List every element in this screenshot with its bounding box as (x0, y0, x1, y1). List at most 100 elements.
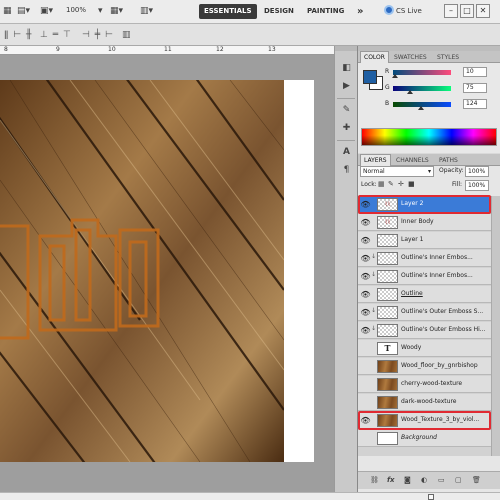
layer-row[interactable]: 👁 ↓ Outline's Outer Emboss Hi... (358, 322, 491, 339)
paragraph-icon[interactable]: ¶ (340, 164, 353, 177)
layer-row[interactable]: dark-wood-texture (358, 394, 491, 411)
arrange-icon[interactable]: ▥▾ (140, 5, 153, 18)
color-spectrum-ramp[interactable] (361, 128, 497, 146)
mask-icon[interactable]: ◙ (404, 476, 411, 484)
color-label: R (385, 68, 390, 75)
visibility-eye-icon[interactable] (360, 361, 371, 372)
layer-name: cherry-wood-texture (401, 380, 463, 387)
layer-row[interactable]: Background (358, 430, 491, 447)
visibility-eye-icon[interactable]: 👁 (360, 271, 371, 282)
zoom-slider-handle[interactable] (428, 494, 434, 500)
dock-collapse-strip[interactable] (335, 46, 358, 51)
group-icon[interactable]: ▭ (438, 476, 445, 484)
layer-name: Woody (401, 344, 422, 351)
red-value-field[interactable]: 10 (463, 67, 487, 77)
opacity-field[interactable]: 100% (465, 166, 489, 177)
blue-value-field[interactable]: 124 (463, 99, 487, 109)
arrange-documents-icon[interactable]: ▤▾ (17, 5, 30, 18)
zoom-level[interactable]: 100% (66, 6, 86, 14)
layer-row[interactable]: 👁 Layer 1 (358, 232, 491, 249)
new-layer-icon[interactable]: ▢ (455, 476, 462, 484)
layer-row[interactable]: T Woody (358, 340, 491, 357)
workspace-essentials[interactable]: ESSENTIALS (199, 4, 257, 19)
green-slider-track[interactable] (393, 86, 451, 91)
color-row-b: B 124 (385, 99, 499, 111)
layer-thumbnail (377, 270, 398, 283)
blue-slider-knob[interactable] (418, 106, 425, 110)
workspace-painting[interactable]: PAINTING (302, 4, 349, 19)
visibility-eye-icon[interactable]: 👁 (360, 307, 371, 318)
zoom-dropdown-icon[interactable]: ▾ (98, 5, 103, 18)
tab-layers[interactable]: LAYERS (360, 154, 391, 166)
highlight-annotation (358, 411, 491, 430)
layer-name: Outline's Outer Emboss Hi... (401, 326, 486, 333)
lock-all-icon[interactable]: ■ (408, 180, 415, 188)
layer-row[interactable]: cherry-wood-texture (358, 376, 491, 393)
tab-color[interactable]: COLOR (360, 51, 389, 63)
adjustment-icon[interactable]: ◐ (421, 476, 427, 484)
history-icon[interactable]: ◧ (340, 62, 353, 75)
ps-launch-icon[interactable]: ▦ (3, 5, 12, 18)
maximize-button[interactable]: □ (460, 4, 474, 18)
align-icons[interactable]: ǁ ⊢ ╫ (4, 30, 32, 40)
auto-align-icon[interactable]: ▥ (122, 30, 132, 40)
screen-mode-icon[interactable]: ▣▾ (40, 5, 53, 18)
layer-list[interactable]: 👁 ⌇⌇ Layer 2 👁 ⌇⌇ Inner Body 👁 Layer 1 👁 ↓ Outline… (358, 195, 500, 456)
ruler-tick: 10 (108, 46, 116, 53)
lock-transparency-icon[interactable]: ▦ (378, 180, 385, 188)
more-workspaces-icon[interactable]: » (352, 4, 368, 19)
visibility-eye-icon[interactable] (360, 397, 371, 408)
layer-row[interactable]: 👁 ↓ Outline's Inner Embos... (358, 268, 491, 285)
fx-icon[interactable]: fx (387, 476, 395, 484)
fill-field[interactable]: 100% (465, 180, 489, 191)
foreground-color-swatch[interactable] (363, 70, 377, 84)
layer-row[interactable]: Wood_floor_by_gnrbishop (358, 358, 491, 375)
view-extras-icon[interactable]: ▦▾ (110, 5, 123, 18)
layer-row[interactable]: 👁 Outline (358, 286, 491, 303)
visibility-eye-icon[interactable]: 👁 (360, 289, 371, 300)
ruler-tick: 11 (164, 46, 172, 53)
workspace-design[interactable]: DESIGN (259, 4, 299, 19)
close-button[interactable]: ✕ (476, 4, 490, 18)
green-slider-knob[interactable] (406, 90, 413, 94)
clone-source-icon[interactable]: ✚ (340, 122, 353, 135)
character-icon[interactable]: A (340, 146, 353, 159)
brushes-icon[interactable]: ✎ (340, 104, 353, 117)
dock-separator (337, 140, 355, 141)
visibility-eye-icon[interactable]: 👁 (360, 235, 371, 246)
trash-icon[interactable]: 🗑 (472, 476, 481, 484)
distribute-icons[interactable]: ⊥ ═ ⊤ (40, 30, 72, 40)
visibility-eye-icon[interactable]: 👁 (360, 217, 371, 228)
tab-styles[interactable]: STYLES (434, 52, 462, 63)
lock-position-icon[interactable]: ✛ (398, 180, 404, 188)
layer-row[interactable]: 👁 ↓ Outline's Inner Embos... (358, 250, 491, 267)
minimize-button[interactable]: – (444, 4, 458, 18)
link-icon[interactable]: ⛓ (370, 476, 379, 484)
visibility-eye-icon[interactable] (360, 379, 371, 390)
visibility-eye-icon[interactable]: 👁 (360, 325, 371, 336)
layer-thumbnail: ⌇⌇ (377, 216, 398, 229)
align-edge-icons[interactable]: ⊣ ╪ ⊢ (82, 30, 114, 40)
layer-thumbnail (377, 378, 398, 391)
cs-live-button[interactable]: CS Live (384, 4, 422, 19)
actions-icon[interactable]: ▶ (340, 80, 353, 93)
visibility-eye-icon[interactable] (360, 343, 371, 354)
panel-column: COLOR SWATCHES STYLES R 10 G 75 B 124 LA… (357, 46, 500, 492)
tab-channels[interactable]: CHANNELS (393, 155, 432, 166)
visibility-eye-icon[interactable] (360, 433, 371, 444)
layers-scrollbar[interactable] (491, 196, 500, 456)
red-slider-knob[interactable] (392, 74, 399, 78)
tab-paths[interactable]: PATHS (436, 155, 461, 166)
wood-canvas-image[interactable] (0, 80, 284, 500)
blend-mode-select[interactable]: Normal ▾ (360, 166, 434, 177)
layer-thumbnail (377, 288, 398, 301)
layer-name: Layer 1 (401, 236, 424, 243)
visibility-eye-icon[interactable]: 👁 (360, 253, 371, 264)
layer-name: Background (401, 434, 437, 441)
layer-row[interactable]: 👁 ↓ Outline's Outer Emboss S... (358, 304, 491, 321)
green-value-field[interactable]: 75 (463, 83, 487, 93)
layer-row[interactable]: 👁 ⌇⌇ Inner Body (358, 214, 491, 231)
red-slider-track[interactable] (393, 70, 451, 75)
tab-swatches[interactable]: SWATCHES (391, 52, 430, 63)
lock-image-icon[interactable]: ✎ (388, 180, 394, 188)
